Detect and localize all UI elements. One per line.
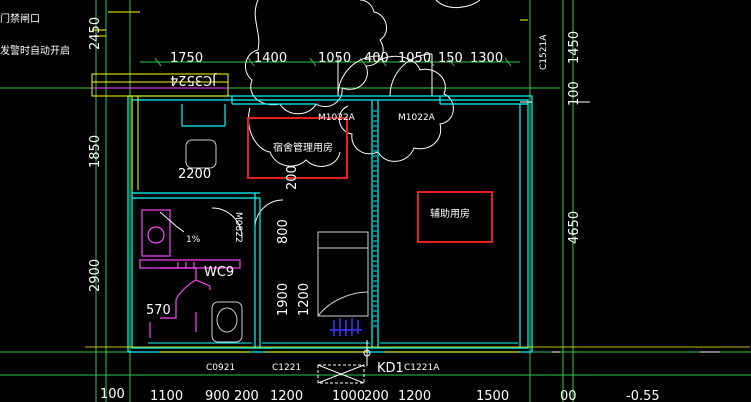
door-jc3524: JC3524 [170, 72, 217, 87]
room-dorm-admin: 宿舍管理用房 [273, 141, 333, 154]
dim-inner-1200: 1200 [297, 283, 312, 316]
dim-bottom-1000: 1000 [332, 389, 365, 402]
dim-left-2450: 2450 [88, 17, 103, 50]
level-marker: -0.55 [626, 389, 660, 402]
dim-bottom-1200a: 1200 [270, 389, 303, 402]
dim-bottom-200b: 200 [364, 389, 389, 402]
floor-plan: 门禁闸口 发警时自动开启 2450 1850 2900 1750 1400 10… [0, 0, 751, 402]
window-c0921: C0921 [206, 363, 235, 373]
revision-cloud [244, 0, 481, 167]
note-line2: 发警时自动开启 [0, 44, 70, 57]
dim-top-150: 150 [438, 51, 463, 66]
door-m1022a-right: M1022A [398, 113, 436, 123]
dim-right-100: 100 [567, 81, 582, 106]
dim-left-2900: 2900 [88, 259, 103, 292]
dim-right-1450: 1450 [567, 31, 582, 64]
room-wc: WC9 [204, 265, 234, 280]
window-c1221: C1221 [272, 363, 301, 373]
dim-bottom-900: 900 [205, 389, 230, 402]
dim-inner-1900: 1900 [276, 283, 291, 316]
right-markers [520, 101, 720, 353]
dim-bottom-1500: 1500 [476, 389, 509, 402]
dim-inner-570: 570 [146, 303, 171, 318]
dim-top-1400: 1400 [254, 51, 287, 66]
door-c1521a: C1521A [539, 34, 549, 70]
dim-inner-2200: 2200 [178, 167, 211, 182]
wall-hatch [148, 110, 518, 344]
cad-drawing-canvas: 门禁闸口 发警时自动开启 2450 1850 2900 1750 1400 10… [0, 0, 751, 402]
dim-top-400: 400 [364, 51, 389, 66]
dim-bottom-100: 100 [100, 387, 125, 402]
walls [127, 95, 533, 353]
dim-right-4650: 4650 [567, 211, 582, 244]
dim-top-1050b: 1050 [398, 51, 431, 66]
dim-top-1750: 1750 [170, 51, 203, 66]
dim-bottom-00: 00 [560, 389, 577, 402]
door-m0822: M0822 [233, 212, 243, 243]
slope-label: 1% [186, 235, 201, 245]
dim-left-1850: 1850 [88, 135, 103, 168]
door-kd1: KD1 [377, 361, 404, 376]
dim-bottom-1200b: 1200 [398, 389, 431, 402]
window-c1221a: C1221A [404, 363, 440, 373]
room-aux: 辅助用房 [430, 207, 470, 220]
dim-top-1050a: 1050 [318, 51, 351, 66]
blue-equipment [330, 318, 362, 336]
dim-inner-200: 200 [285, 165, 300, 190]
dim-bottom-200a: 200 [234, 389, 259, 402]
slope-arrow [159, 211, 185, 233]
dim-top-1300: 1300 [470, 51, 503, 66]
dim-inner-800: 800 [276, 219, 291, 244]
dim-bottom-1100: 1100 [150, 389, 183, 402]
door-m1022a-left: M1022A [318, 113, 356, 123]
kd1-marker [317, 340, 371, 384]
note-line1: 门禁闸口 [0, 12, 40, 25]
